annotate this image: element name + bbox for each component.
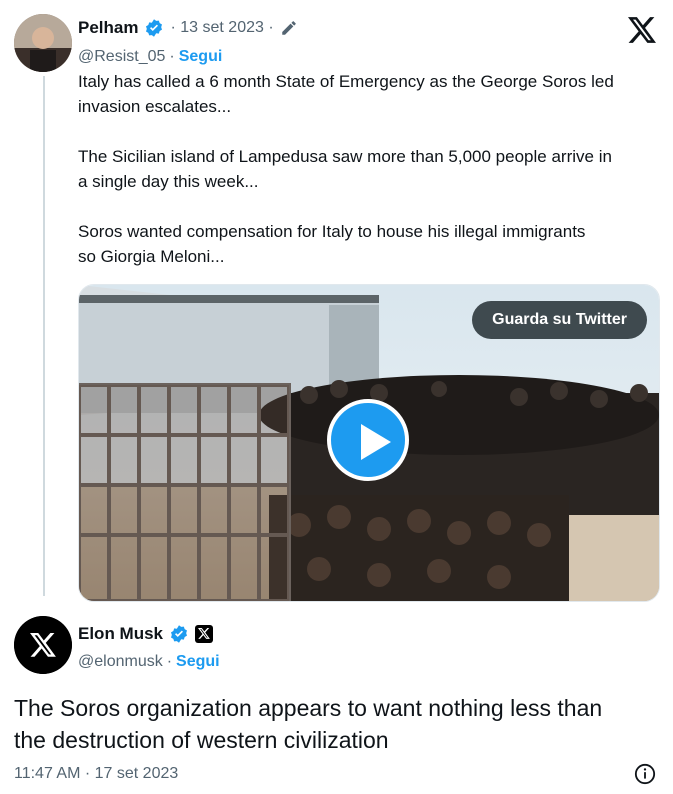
quoted-text-line: Soros wanted compensation for Italy to h… [78, 222, 586, 241]
quoted-follow-link[interactable]: Segui [179, 48, 223, 66]
quoted-text-line: so Giorgia Meloni... [78, 247, 225, 266]
verified-badge-icon [169, 624, 189, 644]
quoted-header: Pelham · 13 set 2023 · [78, 16, 298, 40]
reply-handle[interactable]: @elonmusk [78, 653, 163, 671]
reply-header: Elon Musk [78, 622, 214, 646]
quoted-text-line: Italy has called a 6 month State of Emer… [78, 72, 614, 91]
reply-author-avatar[interactable] [14, 616, 72, 674]
quoted-text-line: invasion escalates... [78, 97, 232, 116]
reply-timestamp[interactable]: 11:47 AM · 17 set 2023 [14, 765, 178, 783]
pencil-edit-icon [280, 19, 298, 37]
separator: · [166, 653, 173, 670]
watch-on-twitter-button[interactable]: Guarda su Twitter [472, 301, 647, 339]
reply-handle-row: @elonmusk · Segui [78, 651, 220, 673]
video-media[interactable]: Guarda su Twitter [78, 284, 660, 602]
reply-tweet-text: The Soros organization appears to want n… [14, 692, 664, 756]
info-icon[interactable] [634, 763, 656, 785]
quoted-handle-row: @Resist_05 · Segui [78, 46, 222, 68]
quoted-text-line: a single day this week... [78, 172, 259, 191]
x-logo-icon[interactable] [628, 17, 656, 43]
reply-author-name[interactable]: Elon Musk [78, 624, 163, 644]
thread-line [43, 76, 45, 596]
quoted-tweet-text: Italy has called a 6 month State of Emer… [78, 69, 663, 269]
quoted-text-line: The Sicilian island of Lampedusa saw mor… [78, 147, 612, 166]
play-icon[interactable] [327, 399, 409, 481]
verified-badge-icon [144, 18, 164, 38]
quoted-author-name[interactable]: Pelham [78, 18, 138, 38]
separator: · [169, 48, 175, 65]
quoted-date[interactable]: · 13 set 2023 · [170, 19, 273, 37]
quoted-handle[interactable]: @Resist_05 [78, 48, 165, 66]
x-affiliate-badge-icon [195, 625, 214, 643]
reply-text-line: The Soros organization appears to want n… [14, 695, 603, 721]
reply-text-line: the destruction of western civilization [14, 727, 389, 753]
reply-follow-link[interactable]: Segui [176, 653, 220, 671]
quoted-author-avatar[interactable] [14, 14, 72, 72]
